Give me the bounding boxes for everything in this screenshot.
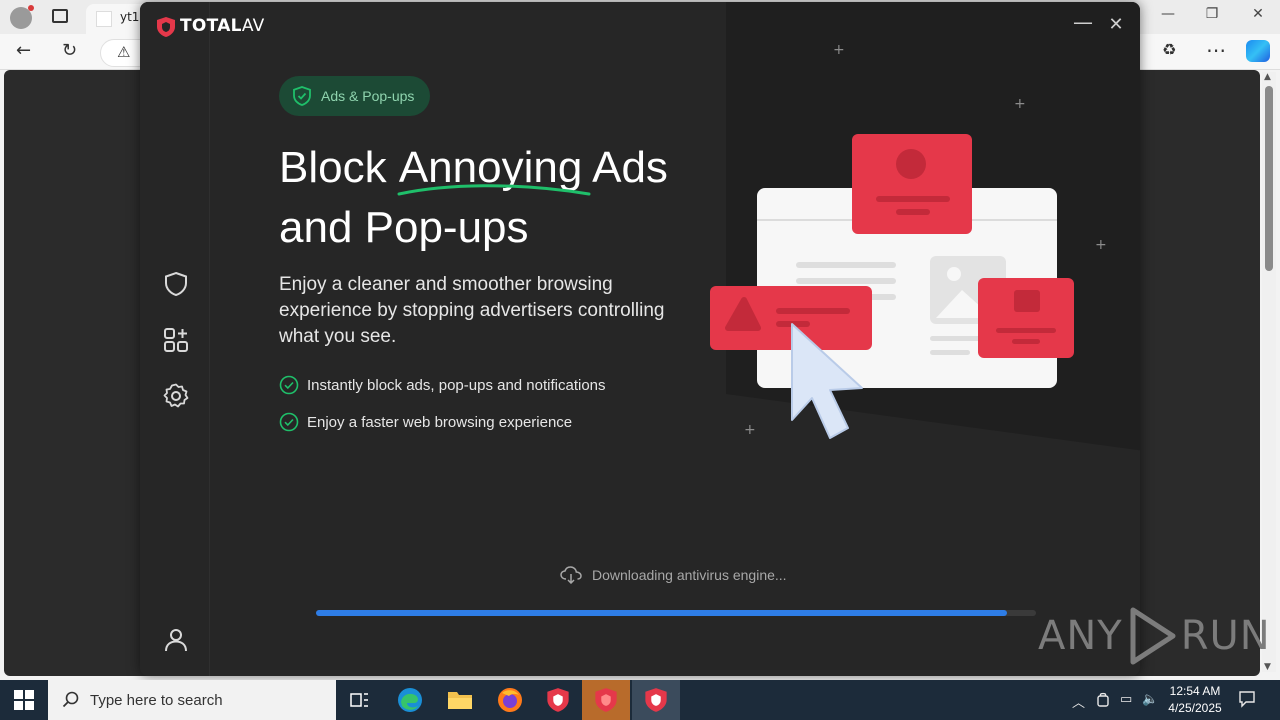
browser-close-button[interactable]: ✕ bbox=[1238, 6, 1278, 22]
download-status-text: Downloading antivirus engine... bbox=[592, 567, 787, 583]
totalav-shield-icon bbox=[645, 688, 667, 712]
scrollbar-thumb[interactable] bbox=[1265, 86, 1273, 271]
brand-name-bold: TOTAL bbox=[180, 16, 242, 36]
check-circle-icon bbox=[279, 375, 299, 395]
edge-browser-icon bbox=[398, 688, 422, 712]
clock-time: 12:54 AM bbox=[1169, 684, 1221, 698]
profile-notification-dot bbox=[28, 5, 34, 11]
back-arrow-icon[interactable]: ← bbox=[16, 40, 31, 61]
copilot-icon[interactable] bbox=[1246, 40, 1270, 62]
sparkle-plus-icon: + bbox=[1014, 96, 1026, 112]
clock-date: 4/25/2025 bbox=[1168, 701, 1222, 715]
taskbar-totalav-app-button[interactable] bbox=[632, 680, 680, 720]
feature-pill: Ads & Pop-ups bbox=[279, 76, 431, 116]
download-progress-bar bbox=[316, 610, 1036, 616]
reload-icon[interactable]: ↻ bbox=[62, 40, 77, 61]
notifications-icon[interactable] bbox=[1238, 690, 1256, 708]
taskbar-firefox-button[interactable] bbox=[486, 680, 534, 720]
totalav-shield-logo-icon bbox=[157, 17, 175, 37]
windows-taskbar: Type here to search ︿ ▭ 🔈 12:54 AM 4/25/… bbox=[0, 680, 1280, 720]
show-hidden-icons-chevron-icon[interactable]: ︿ bbox=[1072, 692, 1085, 711]
network-icon[interactable]: ▭ bbox=[1120, 692, 1132, 707]
browser-maximize-button[interactable]: ❐ bbox=[1192, 6, 1232, 22]
page-scrollbar[interactable]: ▲ ▼ bbox=[1262, 72, 1276, 672]
ad-blocking-illustration bbox=[710, 134, 1074, 439]
gear-icon[interactable] bbox=[162, 382, 190, 410]
firefox-icon bbox=[498, 688, 522, 712]
scroll-up-arrow-icon[interactable]: ▲ bbox=[1264, 72, 1271, 82]
check-circle-icon bbox=[279, 412, 299, 432]
play-triangle-icon bbox=[1130, 607, 1176, 665]
totalav-window: TOTALAV — ✕ Ads & Pop-ups Block Annoying… bbox=[140, 2, 1140, 676]
search-icon bbox=[62, 691, 79, 708]
feature-pill-label: Ads & Pop-ups bbox=[321, 88, 415, 104]
headline-highlight-word: Annoying bbox=[397, 138, 591, 198]
extensions-icon[interactable]: ♻ bbox=[1162, 40, 1176, 59]
tab-favicon-icon bbox=[96, 11, 112, 27]
tab-actions-icon[interactable] bbox=[52, 9, 68, 23]
taskbar-edge-button[interactable] bbox=[386, 680, 434, 720]
download-status: Downloading antivirus engine... bbox=[560, 566, 787, 584]
taskbar-file-explorer-button[interactable] bbox=[436, 680, 484, 720]
security-tray-icon[interactable] bbox=[1096, 692, 1110, 708]
watermark-text-right: RUN bbox=[1180, 613, 1271, 659]
download-progress-fill bbox=[316, 610, 1008, 616]
shield-icon[interactable] bbox=[162, 270, 190, 298]
headline-start: Block bbox=[279, 143, 399, 192]
taskbar-search-box[interactable]: Type here to search bbox=[48, 680, 336, 720]
taskbar-totalav-button[interactable] bbox=[534, 680, 582, 720]
cloud-download-icon bbox=[560, 566, 582, 584]
feature-bullet: Instantly block ads, pop-ups and notific… bbox=[279, 375, 606, 395]
volume-icon[interactable]: 🔈 bbox=[1142, 692, 1158, 707]
apps-add-icon[interactable] bbox=[162, 326, 190, 354]
taskbar-totalav-installer-button[interactable] bbox=[582, 680, 630, 720]
folder-icon bbox=[448, 692, 472, 709]
brand-name: TOTALAV bbox=[180, 16, 265, 36]
more-options-icon[interactable]: ⋯ bbox=[1206, 38, 1226, 62]
feature-bullet: Enjoy a faster web browsing experience bbox=[279, 412, 572, 432]
description-text: Enjoy a cleaner and smoother browsing ex… bbox=[279, 274, 665, 347]
brand-name-light: AV bbox=[241, 16, 265, 36]
task-view-icon bbox=[350, 693, 368, 707]
browser-minimize-button[interactable]: — bbox=[1148, 6, 1188, 22]
totalav-shield-icon bbox=[595, 688, 617, 712]
app-close-button[interactable]: ✕ bbox=[1101, 14, 1131, 35]
search-placeholder: Type here to search bbox=[90, 691, 223, 709]
sparkle-plus-icon: + bbox=[833, 42, 845, 58]
tab-title: yt1 bbox=[120, 10, 140, 24]
feature-bullet-text: Enjoy a faster web browsing experience bbox=[307, 413, 573, 431]
watermark-text-left: ANY bbox=[1038, 613, 1123, 659]
anyrun-watermark: ANY RUN bbox=[1038, 606, 1271, 666]
task-view-button[interactable] bbox=[336, 680, 384, 720]
green-underline-stroke bbox=[397, 184, 591, 196]
user-account-icon[interactable] bbox=[162, 626, 190, 654]
feature-bullet-text: Instantly block ads, pop-ups and notific… bbox=[307, 376, 606, 394]
shield-check-icon bbox=[293, 86, 311, 106]
windows-start-icon[interactable] bbox=[14, 690, 34, 710]
page-title: Block Annoying Ads and Pop-ups bbox=[279, 138, 719, 258]
totalav-shield-icon bbox=[547, 688, 569, 712]
app-minimize-button[interactable]: — bbox=[1068, 10, 1098, 34]
sparkle-plus-icon: + bbox=[1095, 237, 1107, 253]
not-secure-warning-icon[interactable]: ⚠ bbox=[117, 43, 130, 61]
taskbar-clock[interactable]: 12:54 AM 4/25/2025 bbox=[1162, 683, 1228, 717]
